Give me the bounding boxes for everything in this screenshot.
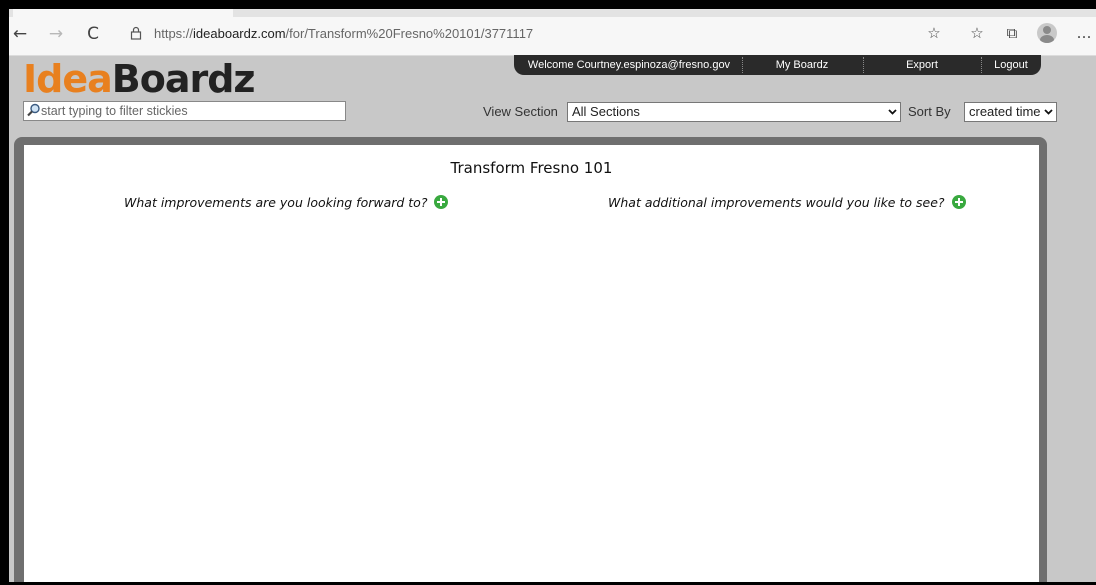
url-text: https://ideaboardz.com/for/Transform%20F… <box>154 26 534 41</box>
divider <box>981 57 982 73</box>
section-title: What improvements are you looking forwar… <box>124 195 428 210</box>
divider <box>742 57 743 73</box>
collections-icon[interactable]: ⧉ <box>1000 22 1024 44</box>
screen: ← → C https://ideaboardz.com/for/Transfo… <box>9 9 1096 582</box>
profile-avatar[interactable] <box>1037 23 1057 43</box>
address-bar[interactable]: https://ideaboardz.com/for/Transform%20F… <box>120 21 920 47</box>
add-sticky-icon[interactable] <box>951 195 966 209</box>
filter-stickies-input[interactable] <box>41 102 341 120</box>
view-section-label: View Section <box>483 104 558 119</box>
user-nav-bar: Welcome Courtney.espinoza@fresno.gov My … <box>514 55 1041 75</box>
active-tab[interactable] <box>13 9 233 17</box>
section-header-looking-forward: What improvements are you looking forwar… <box>124 194 449 212</box>
my-boardz-link[interactable]: My Boardz <box>746 55 858 75</box>
board-canvas: Transform Fresno 101 What improvements a… <box>24 145 1039 582</box>
chevron-down-icon <box>1044 109 1053 115</box>
export-link[interactable]: Export <box>867 55 977 75</box>
filter-stickies-box[interactable] <box>23 101 346 121</box>
welcome-text: Welcome Courtney.espinoza@fresno.gov <box>527 59 731 71</box>
back-icon[interactable]: ← <box>9 23 31 45</box>
more-menu-icon[interactable]: … <box>1072 22 1096 44</box>
search-icon <box>27 103 40 117</box>
section-header-additional: What additional improvements would you l… <box>608 194 966 212</box>
lock-icon <box>130 26 142 40</box>
view-section-select[interactable]: All Sections <box>567 102 901 122</box>
favorite-icon[interactable]: ☆ <box>922 22 946 44</box>
refresh-icon[interactable]: C <box>82 23 104 45</box>
tab-strip <box>9 9 1096 17</box>
logout-link[interactable]: Logout <box>984 55 1038 75</box>
chevron-down-icon <box>888 109 897 115</box>
add-sticky-icon[interactable] <box>434 195 449 209</box>
board-title: Transform Fresno 101 <box>450 159 613 177</box>
favorites-list-icon[interactable]: ☆ <box>965 22 989 44</box>
ideaboardz-logo[interactable]: IdeaBoardz <box>23 59 256 99</box>
browser-toolbar: ← → C https://ideaboardz.com/for/Transfo… <box>9 9 1096 56</box>
sort-by-select[interactable]: created time <box>964 102 1057 122</box>
section-title: What additional improvements would you l… <box>608 195 945 210</box>
divider <box>863 57 864 73</box>
sort-by-label: Sort By <box>908 104 951 119</box>
forward-icon[interactable]: → <box>45 23 67 45</box>
